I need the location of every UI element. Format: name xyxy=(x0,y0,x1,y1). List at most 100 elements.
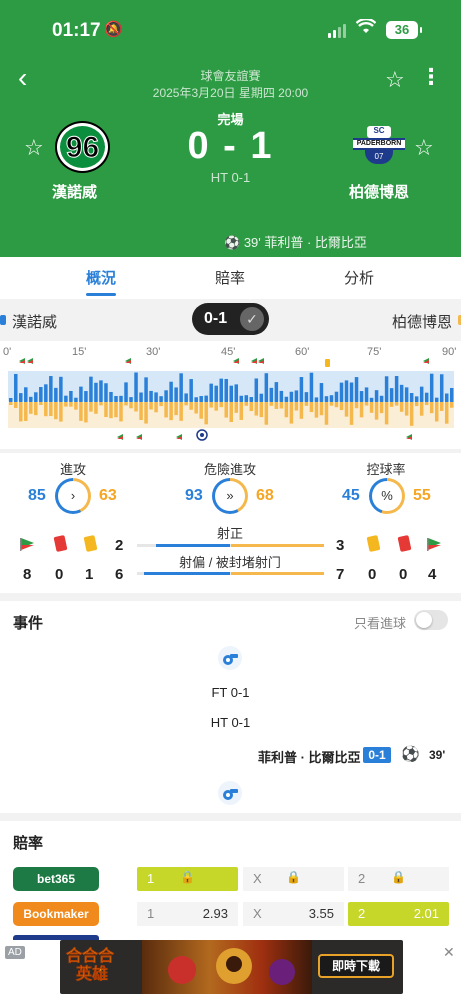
events-section: 事件 只看進球 FT 0-1 HT 0-1 菲利普 · 比爾比亞 0-1 ⚽ 3… xyxy=(0,601,461,813)
tab-odds[interactable]: 賠率 xyxy=(180,267,280,288)
home-momentum-bar xyxy=(49,376,53,402)
away-momentum-bar xyxy=(234,402,239,413)
away-momentum-bar xyxy=(209,402,213,408)
away-momentum-bar xyxy=(254,402,259,416)
away-momentum-bar xyxy=(134,402,138,412)
away-momentum-bar xyxy=(409,402,414,426)
football-icon: ⚽ xyxy=(401,746,420,763)
chevron-right-icon: › xyxy=(70,488,76,503)
home-momentum-bar xyxy=(449,387,454,402)
away-momentum-bar xyxy=(259,402,264,418)
half-time-event: HT 0-1 xyxy=(210,715,251,730)
only-goals-toggle[interactable] xyxy=(414,610,448,630)
away-momentum-bar xyxy=(284,402,289,418)
ad-game-title: 合合合 英雄 xyxy=(66,948,115,983)
away-momentum-bar xyxy=(34,402,38,416)
away-momentum-bar xyxy=(339,402,344,411)
away-favorite-star-icon[interactable]: ☆ xyxy=(414,135,434,161)
ad-banner[interactable]: 合合合 英雄 即時下載 xyxy=(60,940,403,994)
bookmaker-bookmaker[interactable]: Bookmaker xyxy=(13,902,99,926)
signal-icon xyxy=(328,24,346,38)
away-team-logo[interactable]: SC PADERBORN 07 xyxy=(353,126,405,166)
home-momentum-bar xyxy=(349,382,354,402)
shots-on-home-fill xyxy=(155,544,231,547)
match-header: 01:17 🔕 36 ‹ ☆ ⋮ 球會友誼賽 2025年3月20日 星期四 20… xyxy=(0,0,461,257)
away-momentum-bar xyxy=(49,402,53,416)
away-team-name[interactable]: 柏德博恩 xyxy=(349,181,409,202)
only-goals-label: 只看進球 xyxy=(354,616,407,631)
kickoff-time: 2025年3月20日 星期四 20:00 xyxy=(152,86,309,100)
away-momentum-bar xyxy=(449,402,454,408)
bookmaker-bet365[interactable]: bet365 xyxy=(13,867,99,891)
ad-banner-container: AD 合合合 英雄 即時下載 ✕ xyxy=(0,940,461,1000)
away-momentum-bar xyxy=(294,402,299,411)
home-momentum-bar xyxy=(219,378,223,402)
away-momentum-bar xyxy=(194,402,198,414)
away-momentum-bar xyxy=(39,402,43,406)
odds-away-cell[interactable]: 2 🔒 xyxy=(348,867,449,891)
home-momentum-bar xyxy=(74,397,78,402)
close-icon[interactable]: ✕ xyxy=(443,944,455,961)
home-momentum-bar xyxy=(34,392,38,402)
double-chevron-icon: » xyxy=(226,488,234,503)
away-momentum-bar xyxy=(444,402,449,424)
home-momentum-bar xyxy=(339,382,344,402)
home-momentum-bar xyxy=(324,396,329,402)
odds-away-cell[interactable]: 2 2.01 xyxy=(348,902,449,926)
odds-home-cell[interactable]: 1 🔒 xyxy=(137,867,238,891)
home-momentum-bar xyxy=(144,377,148,402)
ad-download-button[interactable]: 即時下載 xyxy=(318,954,394,978)
away-corners-count: 4 xyxy=(428,566,437,583)
away-momentum-bar xyxy=(384,402,389,425)
home-momentum-bar xyxy=(194,397,198,402)
away-momentum-bar xyxy=(224,402,228,418)
home-momentum-bar xyxy=(114,396,118,402)
odds-draw-cell[interactable]: X 🔒 xyxy=(243,867,344,891)
home-momentum-bar xyxy=(19,393,23,402)
away-momentum-bar xyxy=(74,402,78,410)
away-corner-icon xyxy=(425,536,443,557)
away-momentum-bar xyxy=(424,402,429,406)
home-momentum-bar xyxy=(334,391,339,402)
home-momentum-bar xyxy=(309,372,314,402)
home-momentum-bar xyxy=(234,384,239,402)
away-momentum-bar xyxy=(314,402,319,418)
tab-analysis[interactable]: 分析 xyxy=(309,267,409,288)
odds-home-cell[interactable]: 1 2.93 xyxy=(137,902,238,926)
home-corner-icon xyxy=(18,536,36,557)
home-momentum-bar xyxy=(59,376,63,402)
away-momentum-bar xyxy=(389,402,394,407)
odds-draw-cell[interactable]: X 3.55 xyxy=(243,902,344,926)
away-momentum-bar xyxy=(154,402,158,413)
away-momentum-bar xyxy=(369,402,374,413)
possession-ring: % xyxy=(369,478,405,514)
away-momentum-bar xyxy=(189,402,193,410)
home-momentum-bar xyxy=(199,396,203,402)
away-momentum-bar xyxy=(229,402,234,422)
attack-ring: › xyxy=(55,478,91,514)
home-momentum-bar xyxy=(179,373,183,402)
home-momentum-bar xyxy=(124,382,128,402)
shots-off-away: 7 xyxy=(336,566,345,583)
score-toggle-pill[interactable]: 0-1 ✓ xyxy=(192,303,269,335)
away-momentum-bar xyxy=(414,402,419,407)
away-momentum-bar xyxy=(14,402,18,408)
events-title: 事件 xyxy=(13,615,44,632)
away-momentum-bar xyxy=(114,402,118,418)
home-momentum-bar xyxy=(369,397,374,402)
home-momentum-bar xyxy=(264,373,269,402)
match-stats: 進攻 85 › 63 危險進攻 93 » 68 控球率 45 % 55 2 射正… xyxy=(0,453,461,593)
timeline-away-team: 柏德博恩 xyxy=(392,311,461,332)
away-momentum-bar xyxy=(204,402,208,425)
away-momentum-bar xyxy=(379,402,384,414)
shots-off-blocked-label: 射偏 / 被封堵射门 xyxy=(179,555,281,570)
away-momentum-bar xyxy=(309,402,314,413)
tab-overview[interactable]: 概況 xyxy=(51,267,151,288)
home-momentum-bar xyxy=(129,397,133,402)
wifi-icon xyxy=(355,17,377,40)
attack-label: 進攻 xyxy=(59,462,86,477)
tab-bar: 概況 賠率 分析 xyxy=(0,257,461,299)
goal-scorer[interactable]: 菲利普 · 比爾比亞 xyxy=(258,747,361,766)
shots-on-away: 3 xyxy=(336,537,345,554)
away-momentum-bar xyxy=(174,402,178,416)
